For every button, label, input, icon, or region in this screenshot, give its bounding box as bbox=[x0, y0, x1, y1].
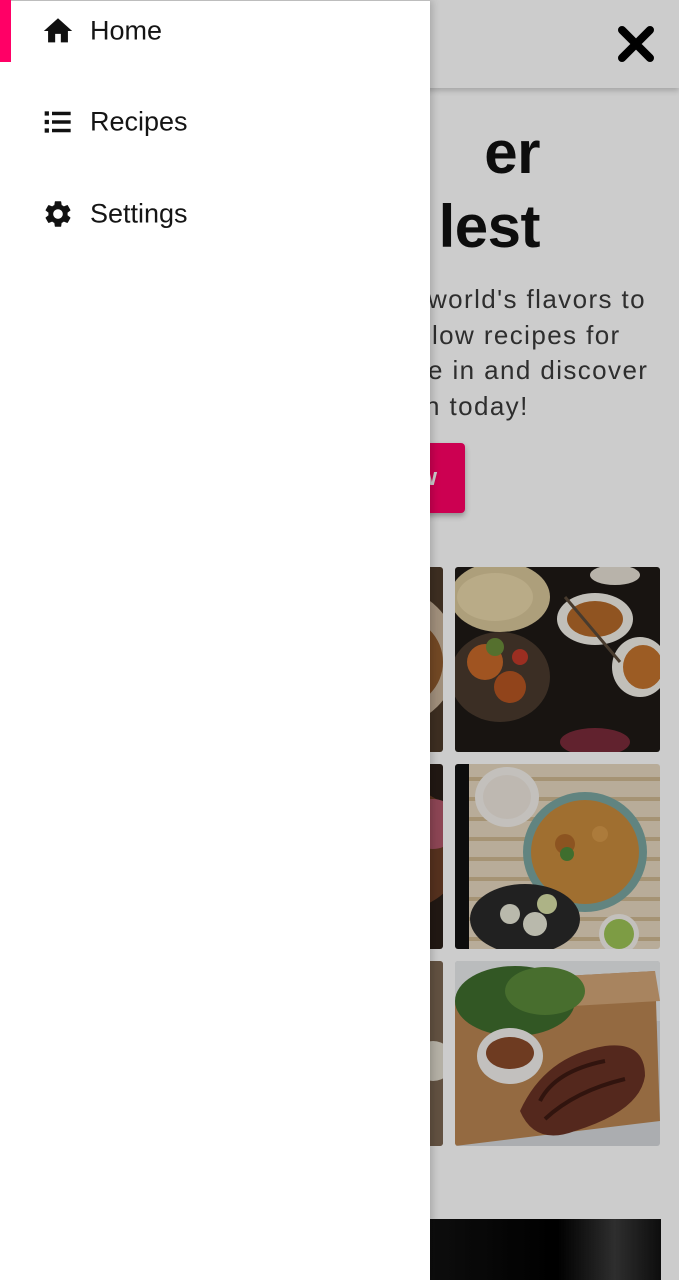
drawer-item-recipes[interactable]: Recipes bbox=[0, 91, 430, 153]
drawer-item-label: Recipes bbox=[90, 106, 188, 137]
gear-icon bbox=[41, 197, 75, 231]
active-indicator bbox=[0, 0, 11, 62]
drawer-item-label: Home bbox=[90, 15, 163, 46]
drawer-item-label: Settings bbox=[90, 198, 188, 229]
list-icon bbox=[41, 105, 75, 139]
home-icon bbox=[41, 14, 75, 48]
drawer-item-home[interactable]: Home bbox=[0, 0, 430, 62]
drawer-item-settings[interactable]: Settings bbox=[0, 183, 430, 245]
navigation-drawer: Home Recipes Settings bbox=[0, 0, 430, 1280]
